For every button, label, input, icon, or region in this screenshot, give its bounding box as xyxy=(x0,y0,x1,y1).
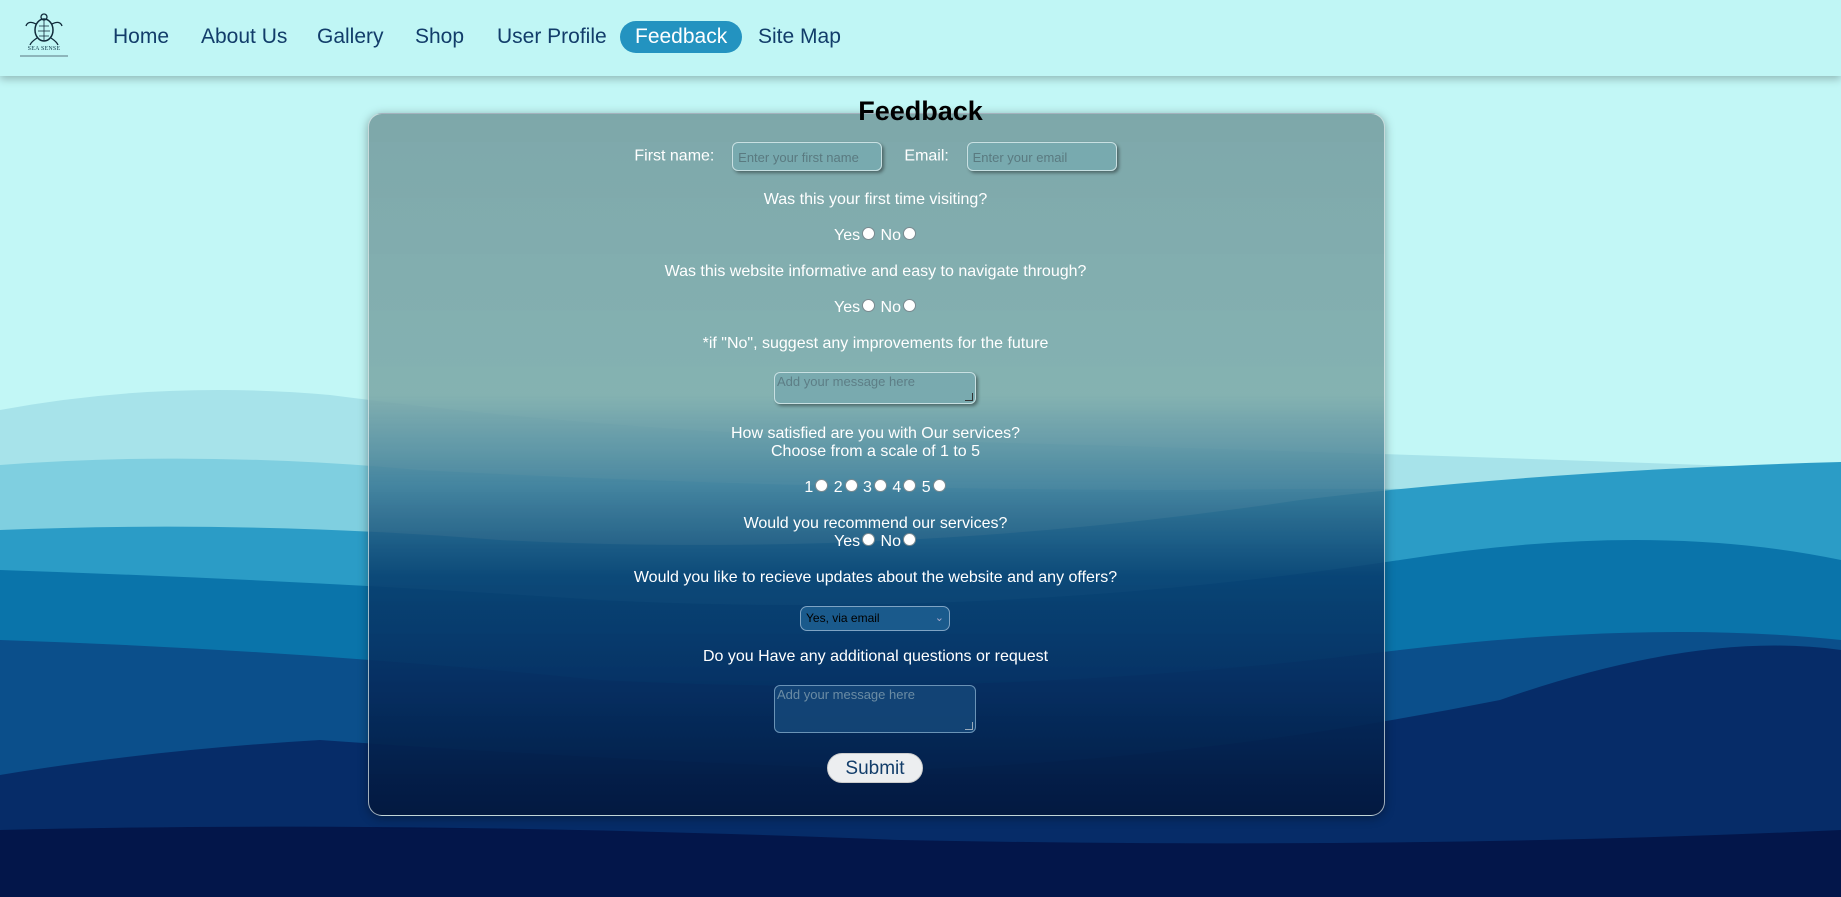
scale-2-radio[interactable] xyxy=(844,479,858,493)
recommend-no-radio[interactable] xyxy=(903,533,916,547)
informative-options: Yes No xyxy=(368,299,1383,317)
first-visit-options: Yes No xyxy=(368,227,1383,245)
logo-tagline xyxy=(20,55,68,57)
informative-no-radio[interactable] xyxy=(903,299,916,313)
chevron-down-icon: ⌄ xyxy=(934,612,944,624)
scale-1-radio[interactable] xyxy=(815,479,829,493)
scale-1-label: 1 xyxy=(804,479,814,496)
turtle-icon xyxy=(25,13,63,46)
email-label: Email: xyxy=(904,147,949,165)
question-informative: Was this website informative and easy to… xyxy=(664,263,1087,280)
nav-user-profile[interactable]: User Profile xyxy=(497,21,607,53)
nav-about-us[interactable]: About Us xyxy=(201,21,287,53)
first-visit-no-radio[interactable] xyxy=(903,227,916,241)
scale-5-label: 5 xyxy=(921,479,931,496)
recommend-options: Yes No xyxy=(368,533,1383,551)
scale-4-label: 4 xyxy=(892,479,902,496)
resize-grip-icon[interactable] xyxy=(965,722,973,730)
additional-placeholder: Add your message here xyxy=(777,687,916,702)
improvements-placeholder: Add your message here xyxy=(777,374,916,389)
question-recommend: Would you recommend our services? xyxy=(743,515,1008,532)
question-updates: Would you like to recieve updates about … xyxy=(633,569,1118,586)
nav-home[interactable]: Home xyxy=(113,21,169,53)
question-improvements: *if "No", suggest any improvements for t… xyxy=(702,335,1049,352)
logo-text: SEA SENSE xyxy=(27,46,61,52)
satisfaction-scale: 1 2 3 4 5 xyxy=(368,479,1383,497)
improvements-textarea[interactable]: Add your message here xyxy=(774,372,976,404)
nav-gallery[interactable]: Gallery xyxy=(317,21,384,53)
yes-label: Yes xyxy=(833,533,861,550)
scale-5-radio[interactable] xyxy=(932,479,946,493)
question-first-visit: Was this your first time visiting? xyxy=(763,191,988,208)
scale-3-radio[interactable] xyxy=(873,479,887,493)
scale-2-label: 2 xyxy=(833,479,843,496)
scale-3-label: 3 xyxy=(863,479,872,496)
scale-4-radio[interactable] xyxy=(903,479,917,493)
nav-shop[interactable]: Shop xyxy=(415,21,464,53)
name-email-row: First name: Enter your first name Email:… xyxy=(368,142,1383,171)
updates-selected-value: Yes, via email xyxy=(806,611,880,625)
nav-site-map[interactable]: Site Map xyxy=(758,21,841,53)
recommend-yes-radio[interactable] xyxy=(862,533,876,547)
no-label: No xyxy=(880,533,901,550)
no-label: No xyxy=(880,227,901,244)
feedback-form: First name: Enter your first name Email:… xyxy=(368,113,1383,814)
updates-select[interactable]: Yes, via email ⌄ xyxy=(800,606,950,631)
top-nav: SEA SENSE Home About Us Gallery Shop Use… xyxy=(0,0,1841,76)
sea-sense-logo[interactable]: SEA SENSE xyxy=(18,12,70,62)
no-label: No xyxy=(880,299,901,316)
nav-feedback[interactable]: Feedback xyxy=(620,21,743,53)
page-title: Feedback xyxy=(858,96,983,126)
question-additional: Do you Have any additional questions or … xyxy=(702,648,1049,665)
informative-yes-radio[interactable] xyxy=(862,299,876,313)
email-input[interactable]: Enter your email xyxy=(966,142,1117,171)
yes-label: Yes xyxy=(833,227,861,244)
first-name-input[interactable]: Enter your first name xyxy=(732,142,883,171)
satisfaction-scale-hint: Choose from a scale of 1 to 5 xyxy=(771,443,980,460)
first-name-label: First name: xyxy=(634,147,715,165)
resize-grip-icon[interactable] xyxy=(965,393,973,401)
additional-textarea[interactable]: Add your message here xyxy=(774,685,976,733)
submit-button[interactable]: Submit xyxy=(827,753,923,783)
question-satisfaction: How satisfied are you with Our services? xyxy=(731,425,1020,442)
first-visit-yes-radio[interactable] xyxy=(862,227,876,241)
yes-label: Yes xyxy=(833,299,861,316)
